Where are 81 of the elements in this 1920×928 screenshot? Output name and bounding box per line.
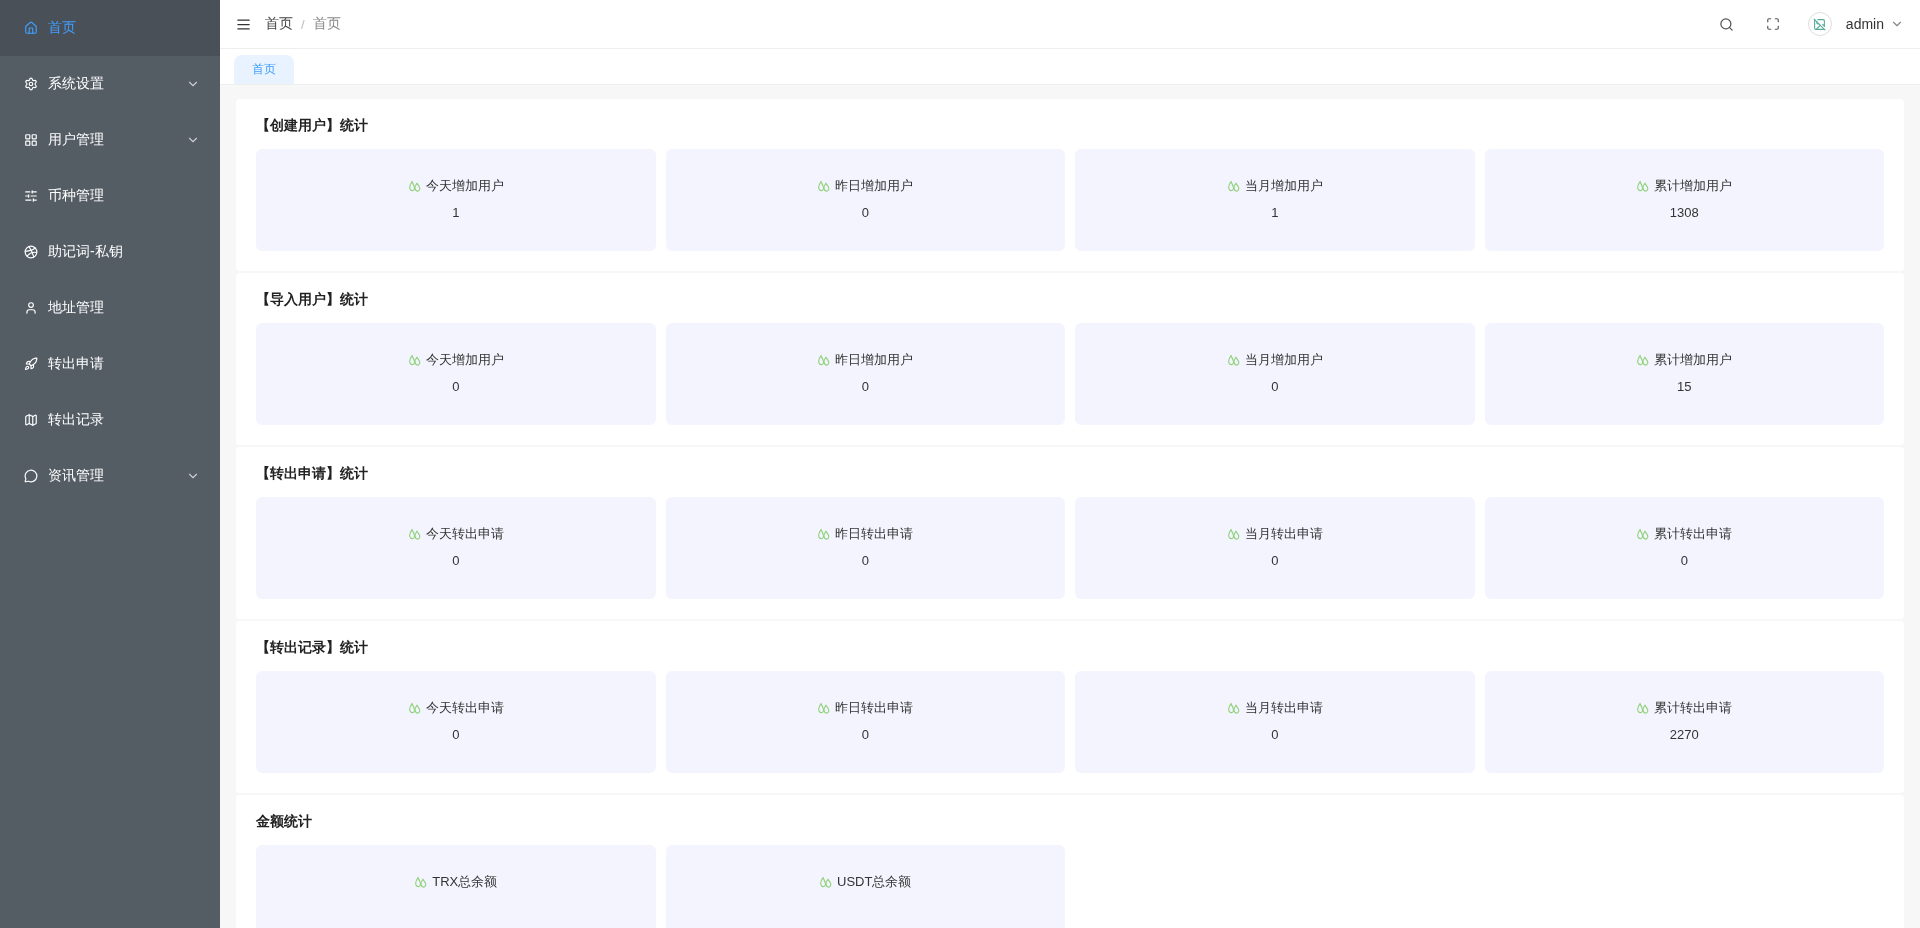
stat-value: 0 [452,727,460,742]
stat-label: 当月转出申请 [1244,699,1323,717]
stat-label: 昨日增加用户 [835,351,914,369]
stat-label: TRX总余额 [432,873,498,891]
section-title: 【转出申请】统计 [256,465,369,483]
stat-label: 累计增加用户 [1654,351,1733,369]
drops-icon [1636,353,1650,367]
drops-icon [817,701,831,715]
breadcrumb[interactable]: 首页 [265,15,293,33]
drops-icon [407,701,421,715]
stat-value: 1 [1271,205,1279,220]
drops-icon [819,875,833,889]
drops-icon [1636,179,1650,193]
ball-icon [24,245,38,259]
stat-value: 0 [1271,727,1279,742]
user-name[interactable]: admin [1845,16,1884,32]
stat-value: 0 [861,379,869,394]
chat-bubble-icon [24,469,38,483]
stat-value: 0 [861,553,869,568]
drops-icon [1636,701,1650,715]
drops-icon [407,353,421,367]
stat-label: 当月增加用户 [1244,177,1323,195]
fullscreen-icon[interactable] [1765,17,1780,31]
stat-label: 累计转出申请 [1654,699,1733,717]
gear-icon [24,77,38,91]
stat-label: 今天增加用户 [425,351,504,369]
stat-label: 昨日增加用户 [835,177,914,195]
sidebar-item[interactable]: 币种管理 [0,168,220,224]
drops-icon [817,179,831,193]
drops-icon [817,527,831,541]
drops-icon [1226,701,1240,715]
stat-label: 今天增加用户 [425,177,504,195]
sidebar-item[interactable]: 用户管理 [0,112,220,168]
stat-label: 今天转出申请 [425,699,504,717]
sliders-icon [24,189,38,203]
stat-value: 0 [861,727,869,742]
stat-label: 累计增加用户 [1654,177,1733,195]
stat-value: 1 [452,205,460,220]
stat-value: 0 [452,553,460,568]
sidebar-item[interactable]: 地址管理 [0,280,220,336]
stat-label: 当月转出申请 [1244,525,1323,543]
stat-label: USDT总余额 [837,873,912,891]
sidebar-item[interactable]: 资讯管理 [0,448,220,504]
stat-value: 0 [1680,553,1688,568]
sidebar-item[interactable]: 系统设置 [0,56,220,112]
stat-value: 0 [452,379,460,394]
house-icon [24,21,38,35]
sidebar-item[interactable]: 转出记录 [0,392,220,448]
stat-value: 0 [1271,379,1279,394]
stat-value: 1308 [1669,205,1699,220]
section-title: 【导入用户】统计 [256,291,369,309]
drops-icon [1226,353,1240,367]
stat-label: 累计转出申请 [1654,525,1733,543]
stat-value: 2270 [1669,727,1699,742]
map-icon [24,413,38,427]
breadcrumb-separator: / [301,16,305,32]
section-title: 【转出记录】统计 [256,639,369,657]
section-title: 金额统计 [256,813,313,831]
drops-icon [1226,179,1240,193]
stat-label: 昨日转出申请 [835,699,914,717]
stat-value: 0 [861,205,869,220]
drops-icon [407,179,421,193]
breadcrumb[interactable]: 首页 [312,15,341,33]
drops-icon [407,527,421,541]
stat-label: 当月增加用户 [1244,351,1323,369]
search-icon[interactable] [1718,16,1734,32]
stat-label: 今天转出申请 [425,525,504,543]
section-title: 【创建用户】统计 [256,117,369,135]
user-icon [24,301,38,315]
rocket-icon [24,357,38,371]
drops-icon [1636,527,1650,541]
drops-icon [1226,527,1240,541]
stat-value: 15 [1677,379,1692,394]
grid-icon [24,133,38,147]
drops-icon [414,875,428,889]
stat-value: 0 [1271,553,1279,568]
sidebar-item[interactable]: 助记词-私钥 [0,224,220,280]
menu-icon[interactable] [236,16,251,32]
stat-label: 昨日转出申请 [835,525,914,543]
drops-icon [817,353,831,367]
sidebar-item[interactable]: 转出申请 [0,336,220,392]
